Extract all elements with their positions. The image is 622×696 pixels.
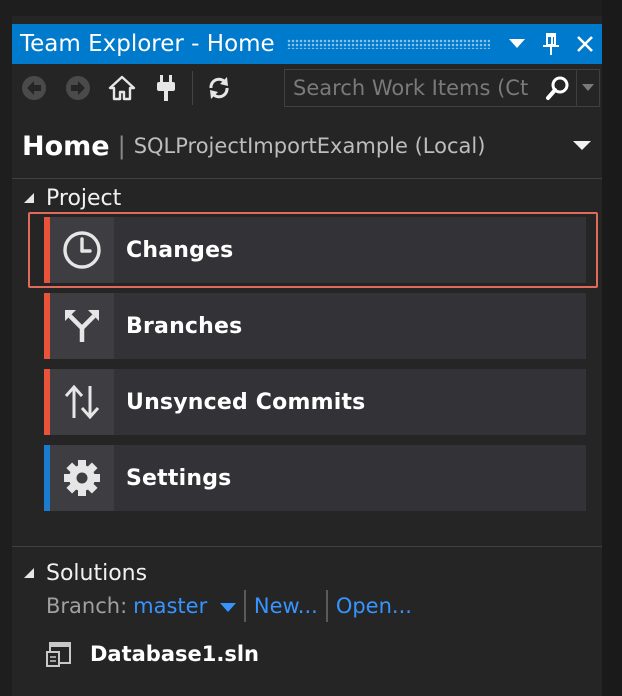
window-title: Team Explorer - Home [20, 31, 275, 57]
caret-down-icon [509, 39, 525, 48]
connect-button[interactable] [144, 68, 188, 108]
right-edge-strip [602, 0, 622, 696]
tile-label: Settings [126, 465, 232, 491]
home-button[interactable] [100, 68, 144, 108]
branch-selector[interactable]: master [133, 594, 236, 618]
back-button[interactable] [12, 68, 56, 108]
solutions-section-header[interactable]: Solutions [12, 556, 147, 590]
plug-icon [157, 75, 175, 101]
close-button[interactable] [568, 24, 602, 64]
collapse-triangle-icon[interactable] [12, 181, 46, 215]
search-button[interactable] [540, 70, 576, 106]
link-separator [325, 590, 328, 622]
tile-label: Unsynced Commits [126, 389, 366, 415]
tile-branches[interactable]: Branches [44, 293, 586, 359]
branch-value: master [133, 594, 208, 618]
arrow-left-icon [22, 76, 46, 100]
gear-icon [64, 460, 100, 496]
tile-changes[interactable]: Changes [44, 217, 586, 283]
solutions-section-label: Solutions [46, 560, 148, 586]
new-solution-link[interactable]: New... [254, 594, 318, 618]
project-section-header[interactable]: Project [12, 181, 121, 215]
arrow-right-icon [66, 76, 90, 100]
tile-icon-box [50, 293, 114, 359]
refresh-button[interactable] [197, 68, 241, 108]
title-drag-grip[interactable] [286, 39, 490, 49]
page-title: Home [22, 130, 110, 162]
tile-icon-box [50, 445, 114, 511]
branch-icon [65, 310, 99, 342]
tile-label: Branches [126, 313, 243, 339]
pin-icon [543, 33, 559, 55]
forward-button[interactable] [56, 68, 100, 108]
section-divider [12, 546, 602, 547]
collapse-triangle-icon[interactable] [12, 556, 46, 590]
project-section-label: Project [46, 185, 122, 211]
refresh-icon [209, 77, 229, 99]
page-header: Home | SQLProjectImportExample (Local) [12, 124, 602, 168]
toolbar [12, 64, 602, 112]
tile-settings[interactable]: Settings [44, 445, 586, 511]
search-work-items-box[interactable] [284, 69, 600, 107]
window-menu-dropdown-button[interactable] [500, 24, 534, 64]
solution-file-icon [46, 642, 71, 667]
team-explorer-panel: Team Explorer - Home Search Work Items (… [12, 16, 602, 696]
home-icon [108, 75, 136, 101]
caret-down-icon [573, 141, 591, 150]
search-input[interactable] [285, 75, 540, 101]
tile-icon-box [50, 369, 114, 435]
open-solution-link[interactable]: Open... [336, 594, 412, 618]
caret-down-icon [219, 603, 236, 612]
title-bar[interactable]: Team Explorer - Home [12, 24, 602, 64]
project-name: SQLProjectImportExample (Local) [133, 134, 486, 158]
tile-unsynced-commits[interactable]: Unsynced Commits [44, 369, 586, 435]
search-icon [546, 76, 569, 100]
branch-row: Branch: master New... Open... [46, 588, 412, 624]
pin-button[interactable] [534, 24, 568, 64]
solution-file-name: Database1.sln [90, 642, 259, 666]
caret-down-icon [582, 84, 594, 91]
clock-icon [63, 231, 101, 269]
tile-label: Changes [126, 237, 234, 263]
sync-arrows-icon [64, 384, 100, 420]
solution-item[interactable]: Database1.sln [46, 636, 259, 672]
search-options-dropdown[interactable] [576, 70, 599, 106]
link-separator [243, 590, 246, 622]
header-separator: | [117, 132, 126, 160]
close-icon [577, 36, 593, 52]
toolbar-separator [192, 71, 193, 105]
page-navigation-dropdown[interactable] [562, 126, 602, 166]
header-divider [12, 178, 602, 179]
tile-icon-box [50, 217, 114, 283]
branch-label: Branch: [46, 594, 128, 618]
